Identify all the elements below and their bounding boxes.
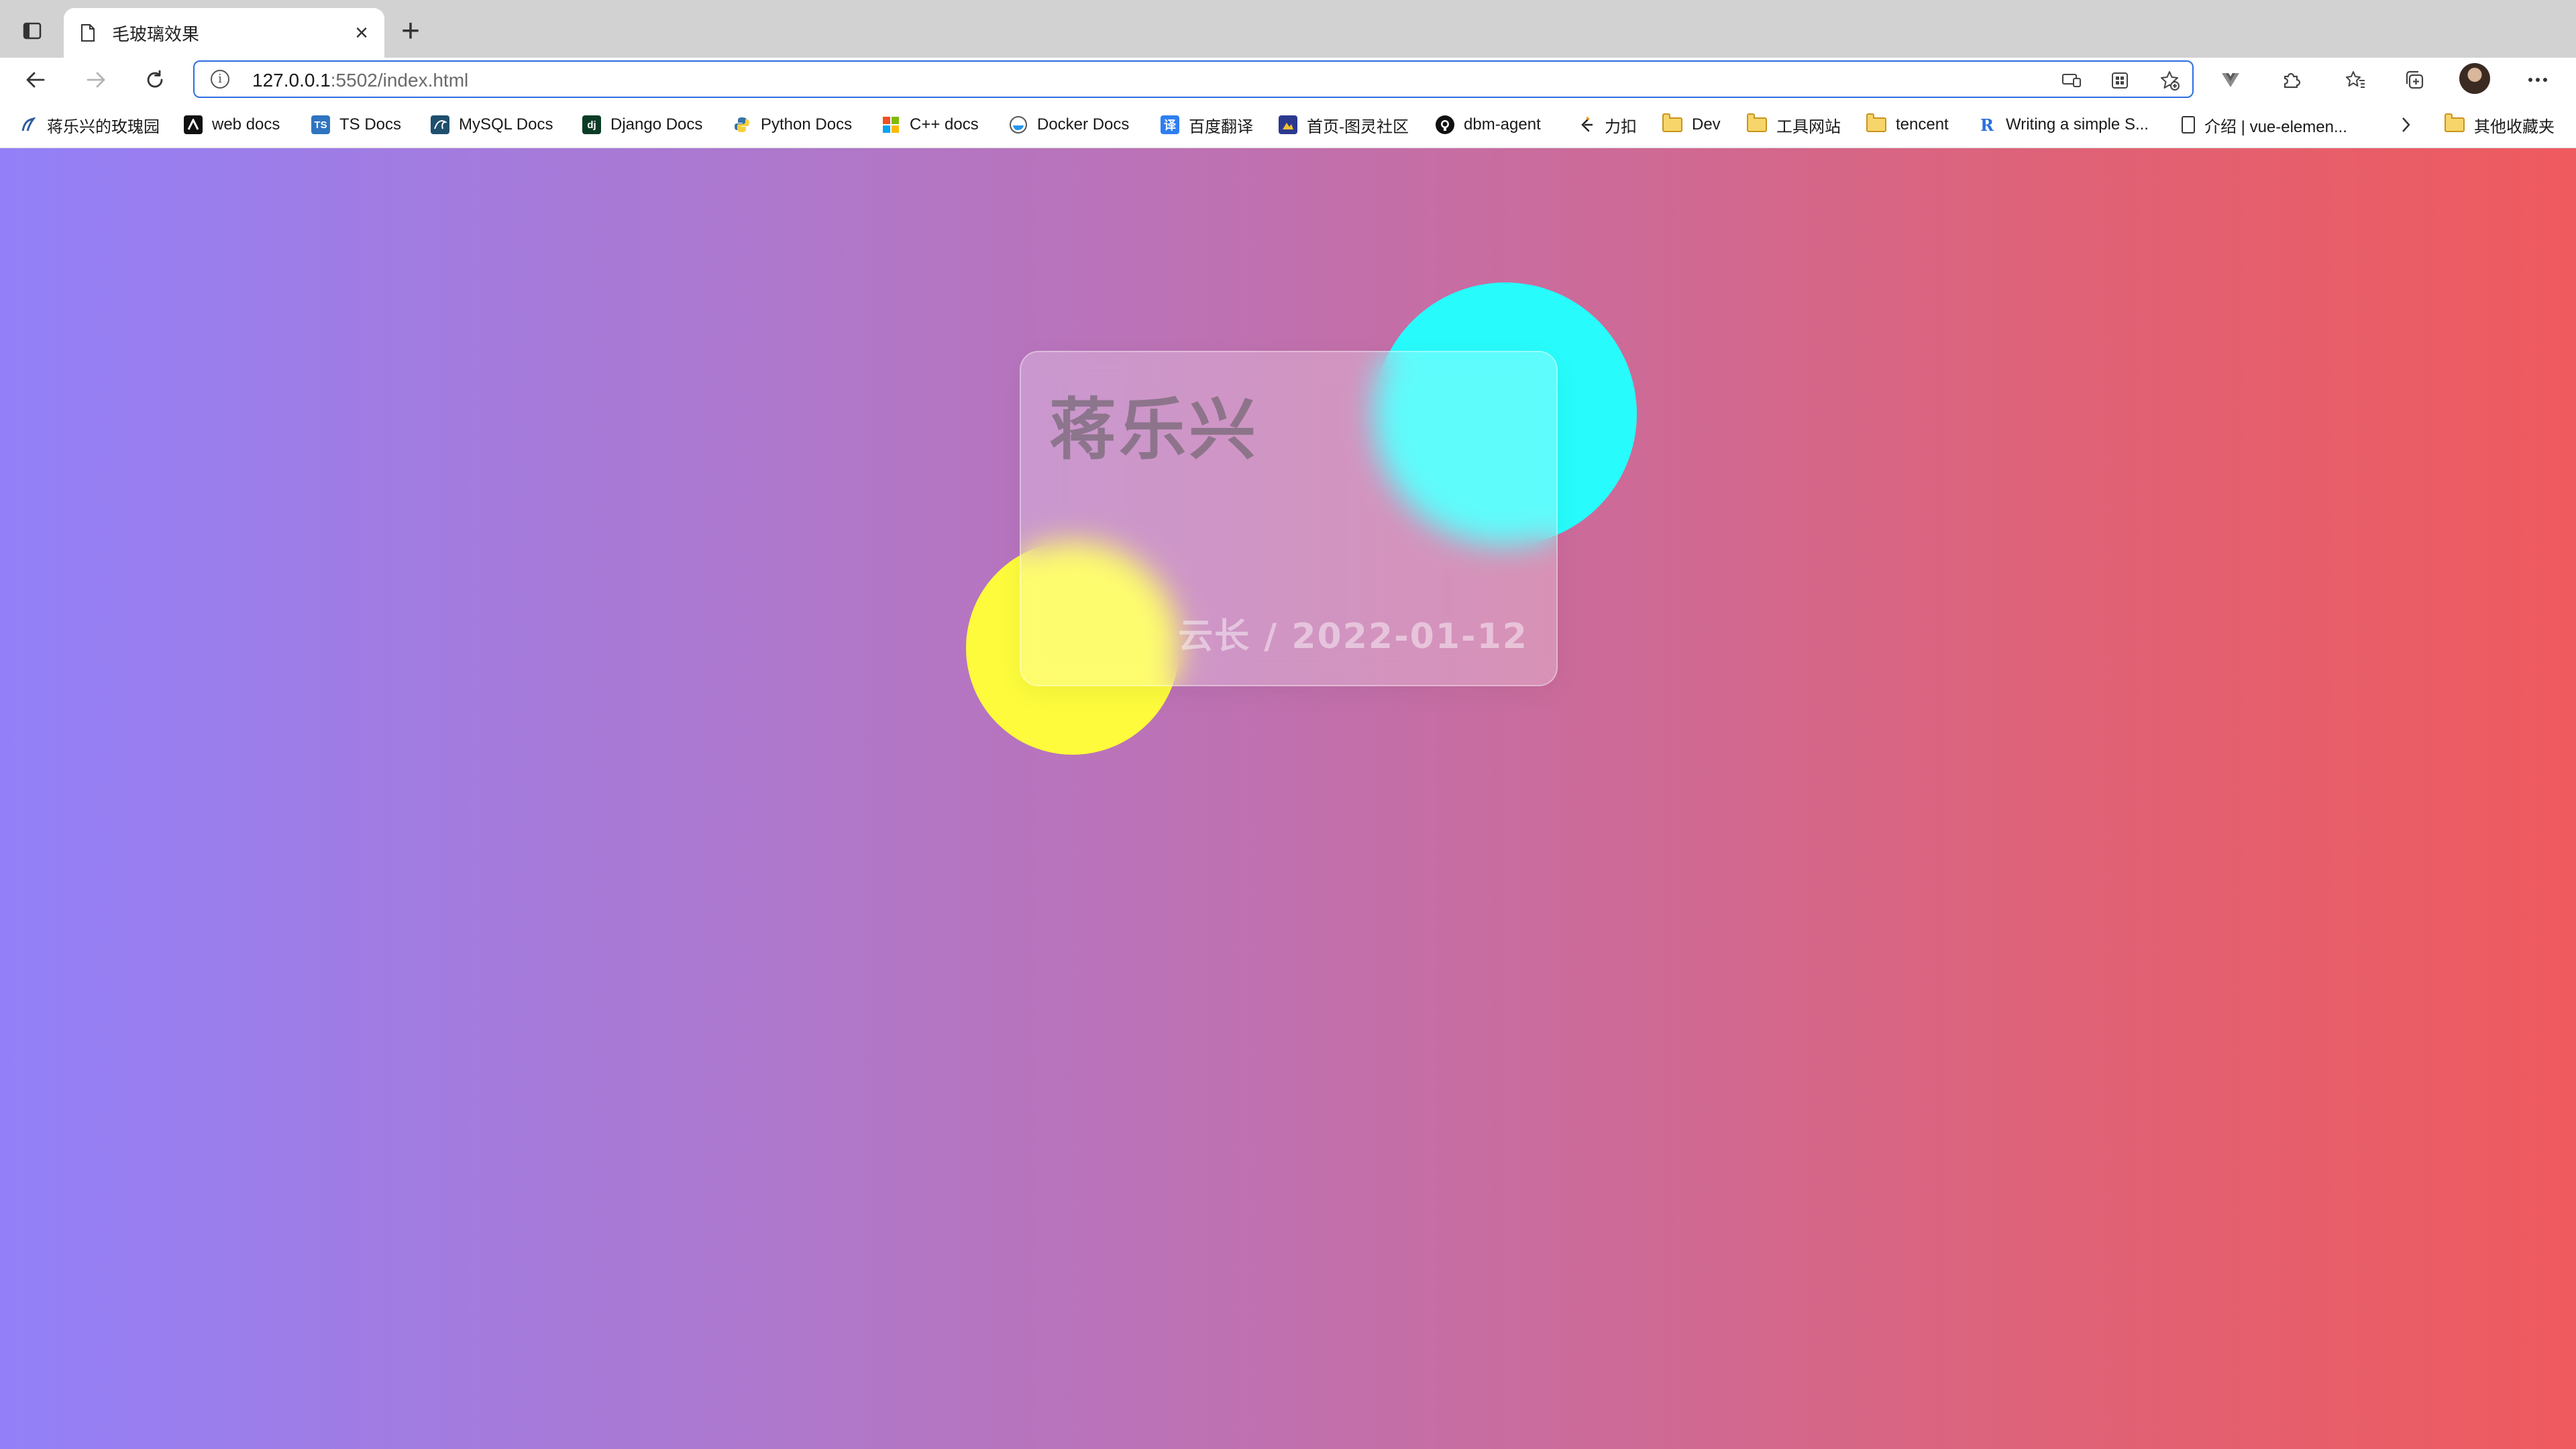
- bookmark-label: 介绍 | vue-elemen...: [2204, 117, 2347, 136]
- address-bar[interactable]: i 127.0.0.1:5502/index.html: [193, 60, 2194, 98]
- tab-strip: 毛玻璃效果 × +: [0, 0, 2576, 58]
- back-button[interactable]: [20, 64, 51, 95]
- bookmarks-bar: 蒋乐兴的玫瑰园 web docs TS TS Docs MySQL Docs d…: [0, 101, 2576, 148]
- forward-button[interactable]: [80, 64, 111, 95]
- turing-icon: [1279, 115, 1297, 134]
- page-icon: [81, 24, 95, 42]
- other-bookmarks-folder[interactable]: 其他收藏夹: [2445, 101, 2555, 148]
- bookmarks-overflow-button[interactable]: [2399, 101, 2412, 148]
- github-icon: [1436, 115, 1454, 134]
- page-viewport: 蒋乐兴 云长 / 2022-01-12: [0, 148, 2576, 1449]
- bookmark-label: Writing a simple S...: [2006, 115, 2149, 133]
- bookmark-label: Python Docs: [761, 115, 853, 133]
- bookmark-item[interactable]: 力扣: [1576, 101, 1637, 148]
- bookmark-folder[interactable]: 工具网站: [1747, 101, 1841, 148]
- bookmark-item[interactable]: web docs: [184, 101, 280, 148]
- folder-icon: [1662, 113, 1682, 132]
- site-info-icon[interactable]: i: [211, 70, 229, 89]
- python-icon: [733, 115, 751, 134]
- card-meta: 云长 / 2022-01-12: [1178, 616, 1528, 657]
- collections-icon[interactable]: [2399, 64, 2430, 95]
- bookmark-label: Docker Docs: [1037, 115, 1130, 133]
- folder-icon: [1747, 113, 1767, 132]
- bookmark-item[interactable]: 译 百度翻译: [1161, 101, 1253, 148]
- url-text[interactable]: 127.0.0.1:5502/index.html: [252, 70, 468, 91]
- tab-actions-icon: [23, 22, 42, 40]
- bookmark-folder[interactable]: tencent: [1866, 101, 1949, 148]
- bookmark-label: 蒋乐兴的玫瑰园: [47, 117, 160, 136]
- leetcode-icon: [1576, 115, 1595, 134]
- tab-active[interactable]: 毛玻璃效果 ×: [64, 8, 384, 58]
- back-arrow-icon: [26, 72, 45, 88]
- bookmark-item[interactable]: R Writing a simple S...: [1978, 101, 2149, 148]
- reload-icon: [147, 70, 163, 88]
- tab-title: 毛玻璃效果: [112, 23, 200, 44]
- chevron-right-icon: [2402, 117, 2410, 132]
- r-icon: R: [1980, 115, 1994, 135]
- bookmark-label: 百度翻译: [1189, 117, 1253, 136]
- django-icon: dj: [582, 115, 601, 134]
- bookmark-label: web docs: [212, 115, 280, 133]
- mdn-icon: [184, 115, 203, 134]
- bookmark-item[interactable]: MySQL Docs: [431, 101, 553, 148]
- immersive-reader-icon[interactable]: [2061, 70, 2082, 91]
- bookmark-item[interactable]: dj Django Docs: [582, 101, 702, 148]
- bookmark-label: tencent: [1896, 115, 1949, 133]
- bookmark-item[interactable]: 蒋乐兴的玫瑰园: [19, 101, 160, 148]
- close-tab-icon[interactable]: ×: [355, 21, 368, 44]
- card-name: 蒋乐兴: [1049, 390, 1258, 469]
- new-tab-button[interactable]: +: [394, 13, 427, 49]
- reload-button[interactable]: [140, 64, 170, 95]
- bookmark-item[interactable]: 介绍 | vue-elemen...: [2182, 101, 2347, 148]
- translate-icon: 译: [1161, 115, 1179, 134]
- bookmark-label: dbm-agent: [1464, 115, 1541, 133]
- bookmark-item[interactable]: dbm-agent: [1436, 101, 1541, 148]
- folder-icon: [1866, 113, 1886, 132]
- bookmark-label: 其他收藏夹: [2474, 117, 2555, 136]
- document-icon: [2182, 116, 2195, 133]
- bookmark-folder[interactable]: Dev: [1662, 101, 1721, 148]
- bookmark-label: 首页-图灵社区: [1307, 117, 1409, 136]
- ts-icon: TS: [311, 115, 330, 134]
- url-host: 127.0.0.1: [252, 70, 331, 91]
- profile-avatar[interactable]: [2459, 63, 2490, 94]
- browser-chrome: 毛玻璃效果 × + i 127.0.0.1:5502/index.html 蒋乐…: [0, 0, 2576, 148]
- extensions-icon[interactable]: [2275, 64, 2306, 95]
- microsoft-icon: [881, 115, 900, 134]
- bookmark-label: Django Docs: [610, 115, 703, 133]
- favorites-icon[interactable]: [2340, 64, 2371, 95]
- bookmark-label: 工具网站: [1776, 117, 1841, 136]
- bookmark-item[interactable]: 首页-图灵社区: [1279, 101, 1409, 148]
- toolbar: i 127.0.0.1:5502/index.html: [0, 58, 2576, 101]
- bookmark-label: TS Docs: [339, 115, 402, 133]
- bookmark-label: 力扣: [1605, 117, 1637, 136]
- bookmark-item[interactable]: Docker Docs: [1009, 101, 1129, 148]
- add-favorite-icon[interactable]: [2159, 70, 2180, 91]
- more-menu-icon[interactable]: [2522, 64, 2553, 95]
- bookmark-item[interactable]: TS TS Docs: [311, 101, 401, 148]
- blog-icon: [19, 115, 38, 134]
- extension-vue-icon[interactable]: [2215, 64, 2246, 95]
- app-available-icon[interactable]: [2109, 70, 2131, 91]
- bookmark-item[interactable]: Python Docs: [733, 101, 852, 148]
- url-path: :5502/index.html: [330, 70, 469, 91]
- forward-arrow-icon: [87, 72, 105, 88]
- bookmark-label: MySQL Docs: [459, 115, 553, 133]
- bookmark-item[interactable]: C++ docs: [881, 101, 979, 148]
- glass-card: 蒋乐兴 云长 / 2022-01-12: [1020, 351, 1558, 686]
- docker-icon: [1009, 115, 1028, 134]
- folder-icon: [2445, 113, 2465, 132]
- tab-actions-button[interactable]: [16, 15, 48, 47]
- bookmark-label: Dev: [1692, 115, 1721, 133]
- mysql-icon: [431, 115, 449, 134]
- bookmark-label: C++ docs: [910, 115, 979, 133]
